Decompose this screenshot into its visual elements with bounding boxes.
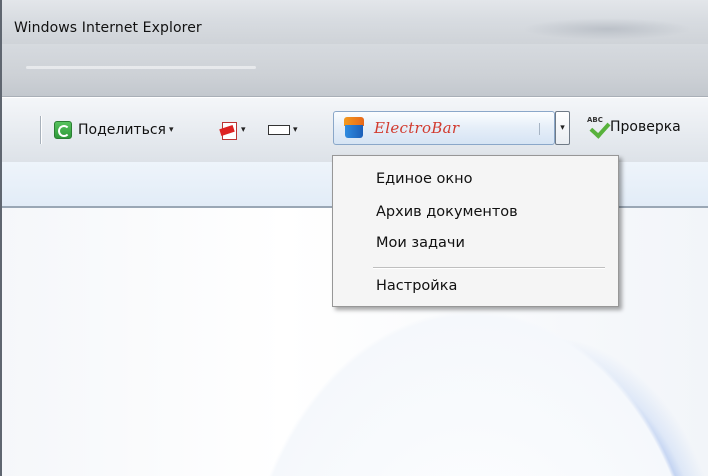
electrobar-logo-icon — [342, 117, 366, 139]
spellcheck-label: Проверка — [610, 119, 681, 135]
split-grip — [539, 123, 540, 135]
menu-item-document-archive[interactable]: Архив документов — [333, 199, 618, 225]
electrobar-label: ElectroBar — [374, 119, 460, 137]
spellcheck-icon: ABC — [587, 116, 611, 139]
chevron-down-icon: ▾ — [293, 125, 298, 135]
menu-item-my-tasks[interactable]: Мои задачи — [333, 230, 618, 256]
title-bar: Windows Internet Explorer — [2, 0, 708, 44]
window-rect-icon — [268, 125, 290, 135]
share-label: Поделиться — [78, 122, 166, 138]
menu-item-settings[interactable]: Настройка — [333, 273, 618, 299]
electrobar-menu: Единое окно Архив документов Мои задачи … — [332, 155, 619, 307]
menu-separator — [373, 267, 605, 269]
electrobar-button[interactable]: ElectroBar — [333, 111, 555, 145]
chevron-down-icon: ▾ — [560, 123, 565, 133]
title-bar-glass — [522, 18, 692, 40]
menu-item-single-window[interactable]: Единое окно — [333, 166, 618, 192]
ie-window: Windows Internet Explorer Поделиться ▾ ▾… — [0, 0, 708, 476]
spellcheck-button[interactable]: ABC Проверка — [587, 116, 681, 139]
electrobar-dropdown-button[interactable]: ▾ — [555, 111, 570, 145]
share-icon — [54, 121, 72, 139]
pdf-icon — [220, 121, 238, 140]
address-band — [2, 44, 708, 97]
chevron-down-icon: ▾ — [168, 125, 174, 135]
share-button[interactable]: Поделиться ▾ — [54, 118, 174, 142]
chevron-down-icon: ▾ — [241, 125, 246, 135]
pdf-button[interactable]: ▾ — [220, 118, 246, 142]
window-size-button[interactable]: ▾ — [268, 118, 298, 142]
window-title: Windows Internet Explorer — [14, 20, 202, 36]
toolbar: Поделиться ▾ ▾ ▾ ElectroBar ▾ ABC Провер… — [2, 97, 708, 163]
toolbar-separator — [40, 116, 41, 144]
